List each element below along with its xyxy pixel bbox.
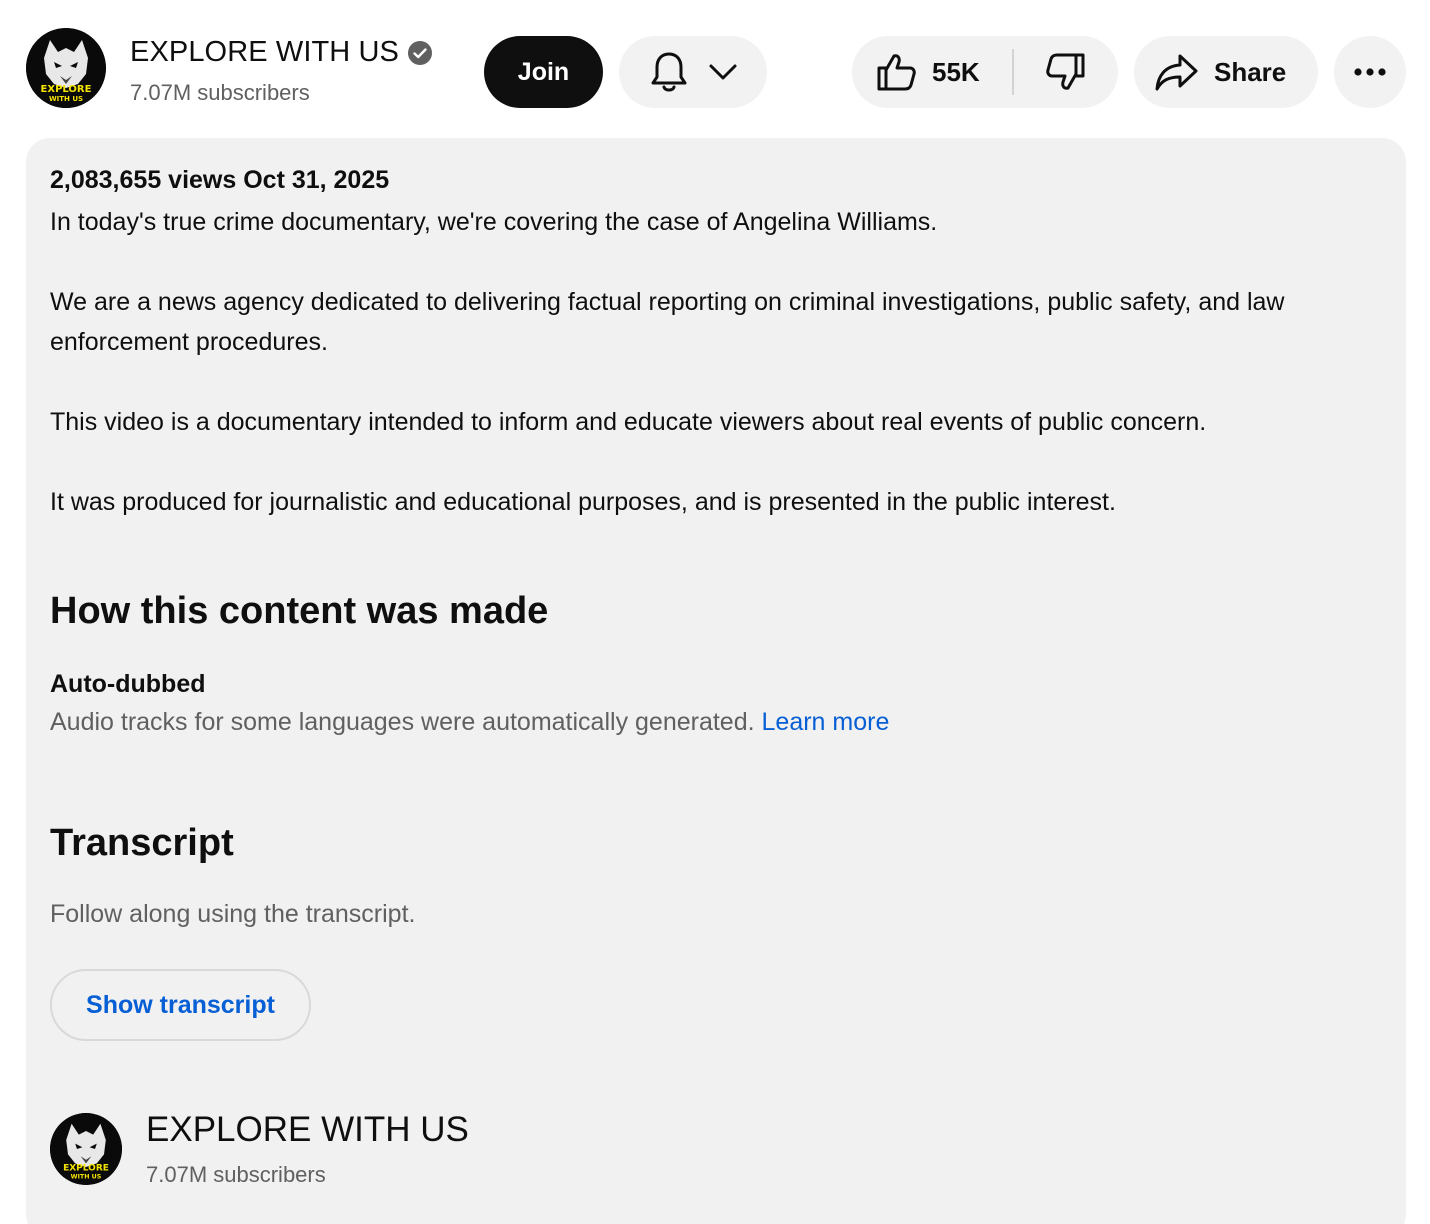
wolf-logo-icon: EXPLORE WITH US — [50, 1113, 122, 1185]
transcript-description: Follow along using the transcript. — [50, 900, 416, 928]
view-count-date: 2,083,655 views Oct 31, 2025 — [50, 166, 390, 194]
learn-more-link[interactable]: Learn more — [762, 708, 890, 736]
description-paragraph: We are a news agency dedicated to delive… — [50, 288, 1285, 356]
like-dislike-group: 55K — [852, 36, 1118, 108]
wolf-logo-icon: EXPLORE WITH US — [26, 28, 106, 108]
share-button[interactable]: Share — [1134, 36, 1318, 108]
description-paragraph: This video is a documentary intended to … — [50, 408, 1207, 436]
svg-text:EXPLORE: EXPLORE — [63, 1164, 109, 1174]
svg-text:WITH US: WITH US — [49, 95, 83, 103]
content-made-heading: How this content was made — [50, 590, 549, 632]
join-button[interactable]: Join — [484, 36, 603, 108]
show-transcript-button[interactable]: Show transcript — [50, 969, 311, 1041]
description-paragraph: It was produced for journalistic and edu… — [50, 488, 1116, 516]
description-text: In today's true crime documentary, we're… — [50, 202, 1370, 522]
footer-channel-avatar[interactable]: EXPLORE WITH US — [50, 1113, 122, 1185]
transcript-heading: Transcript — [50, 822, 234, 864]
chevron-down-icon — [709, 64, 737, 80]
svg-text:WITH US: WITH US — [71, 1174, 102, 1181]
footer-channel-name[interactable]: EXPLORE WITH US — [146, 1110, 469, 1150]
like-count: 55K — [932, 56, 980, 87]
share-arrow-icon — [1155, 54, 1198, 91]
auto-dubbed-text: Audio tracks for some languages were aut… — [50, 708, 889, 737]
channel-name[interactable]: EXPLORE WITH US — [130, 36, 399, 69]
bell-icon — [651, 52, 687, 92]
channel-avatar[interactable]: EXPLORE WITH US — [26, 28, 106, 108]
thumbs-up-icon — [877, 54, 916, 91]
more-dots-icon — [1354, 68, 1386, 76]
channel-name-wrap: EXPLORE WITH US — [130, 36, 433, 69]
auto-dubbed-description: Audio tracks for some languages were aut… — [50, 708, 755, 736]
description-paragraph: In today's true crime documentary, we're… — [50, 208, 938, 236]
verified-badge-icon — [408, 40, 432, 65]
svg-text:EXPLORE: EXPLORE — [41, 84, 92, 95]
video-owner-row: EXPLORE WITH US EXPLORE WITH US 7.07M su… — [26, 28, 1406, 108]
dislike-button[interactable] — [1014, 36, 1118, 108]
subscriber-count: 7.07M subscribers — [130, 80, 310, 105]
like-button[interactable]: 55K — [852, 36, 1012, 108]
footer-subscriber-count: 7.07M subscribers — [146, 1162, 326, 1187]
more-actions-button[interactable] — [1334, 36, 1406, 108]
description-box[interactable]: 2,083,655 views Oct 31, 2025 In today's … — [26, 138, 1406, 1224]
thumbs-down-icon — [1046, 53, 1085, 90]
notifications-button[interactable] — [619, 36, 767, 108]
auto-dubbed-label: Auto-dubbed — [50, 670, 206, 698]
share-label: Share — [1214, 56, 1287, 87]
